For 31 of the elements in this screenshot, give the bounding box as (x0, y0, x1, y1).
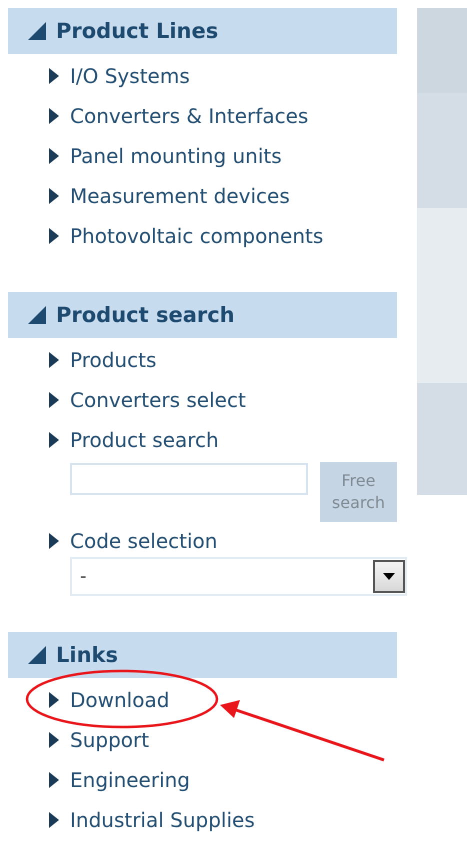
sidebar-link[interactable]: Industrial Supplies (70, 808, 255, 832)
caret-icon (49, 692, 59, 708)
sidebar-link[interactable]: Products (70, 348, 156, 372)
caret-icon (49, 532, 59, 548)
sidebar-link[interactable]: Product search (70, 428, 219, 452)
sidebar-link[interactable]: Photovoltaic components (70, 224, 324, 248)
caret-icon (49, 148, 59, 164)
caret-icon (49, 432, 59, 448)
sidebar-link[interactable]: Engineering (70, 768, 190, 792)
sidebar-link[interactable]: Code selection (70, 528, 218, 552)
caret-icon (49, 188, 59, 204)
caret-icon (49, 108, 59, 124)
dropdown-icon (383, 573, 395, 580)
caret-icon (49, 732, 59, 748)
sidebar-link[interactable]: Converters select (70, 388, 246, 412)
section-header[interactable]: Product Lines (8, 8, 397, 54)
caret-icon (49, 228, 59, 244)
section-header[interactable]: Links (8, 632, 397, 678)
sidebar-link[interactable]: I/O Systems (70, 64, 190, 88)
section-header[interactable]: Product search (8, 292, 397, 338)
search-field[interactable] (70, 463, 308, 495)
sidebar-link[interactable]: Converters & Interfaces (70, 104, 308, 128)
sidebar-link[interactable]: Measurement devices (70, 184, 290, 208)
caret-icon (49, 352, 59, 368)
sidebar-link[interactable]: Support (70, 728, 150, 752)
caret-icon (49, 812, 59, 828)
caret-icon (49, 68, 59, 84)
code-select[interactable]: - (70, 557, 407, 596)
sidebar-link[interactable]: Panel mounting units (70, 144, 282, 168)
caret-icon (49, 772, 59, 788)
caret-icon (49, 392, 59, 408)
